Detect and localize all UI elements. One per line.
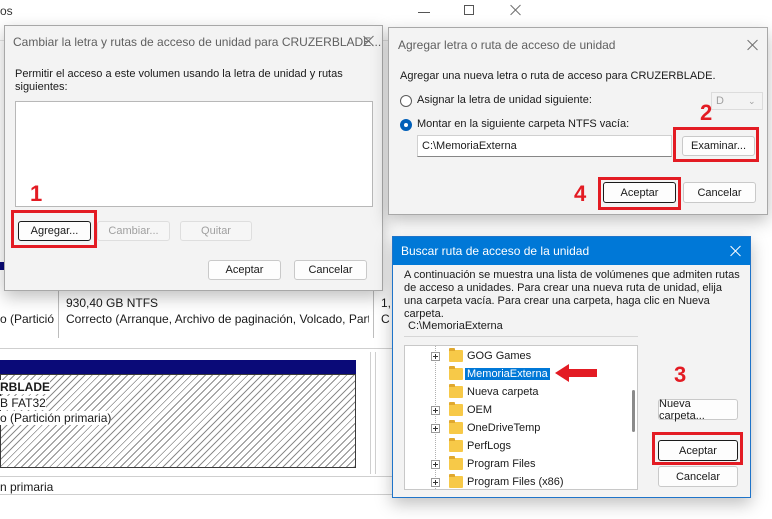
step-4-number: 4: [574, 181, 587, 206]
footer-divider: [0, 476, 392, 477]
expand-icon[interactable]: [431, 460, 440, 469]
folder-tree[interactable]: GOG Games MemoriaExterna Nueva carpeta OEM O…: [404, 345, 638, 490]
dialog-title: Buscar ruta de acceso de la unidad: [401, 244, 590, 258]
tree-item-label: Nueva carpeta: [467, 386, 539, 398]
mount-folder-label: Montar en la siguiente carpeta NTFS vací…: [417, 118, 630, 130]
tree-item[interactable]: Program Files: [405, 456, 615, 474]
disk0-status: Correcto (Arranque, Archivo de paginació…: [66, 312, 369, 326]
tree-item-label: OEM: [467, 404, 493, 416]
drive-letter-value: D: [716, 95, 724, 107]
close-icon[interactable]: [746, 38, 760, 52]
folder-path-input[interactable]: C:\MemoriaExterna: [417, 135, 672, 157]
dialog-description: Permitir el acceso a este volumen usando…: [15, 68, 343, 93]
dialog-title: Cambiar la letra y rutas de acceso de un…: [13, 35, 382, 49]
tree-item-label: PerfLogs: [467, 440, 512, 452]
folder-icon: [449, 348, 463, 362]
step-3-highlight: [652, 432, 743, 465]
section-divider: [0, 348, 392, 349]
folder-icon: [449, 438, 463, 452]
assign-letter-radio[interactable]: [400, 95, 412, 107]
disk0-separator: [58, 290, 59, 338]
step-4-highlight: [598, 177, 681, 210]
drive-letter-select[interactable]: D ⌄: [711, 92, 763, 110]
cancel-button[interactable]: Cancelar: [294, 260, 367, 280]
step-1-highlight: [11, 210, 97, 248]
dialog-description: A continuación se muestra una lista de v…: [404, 269, 740, 320]
folder-icon: [449, 420, 463, 434]
maximize-icon[interactable]: [464, 5, 474, 15]
usb-fs: B FAT32: [0, 396, 46, 410]
disk0-right-a: 1,: [381, 296, 392, 310]
tree-item-label: OneDriveTemp: [467, 422, 541, 434]
close-icon[interactable]: [362, 34, 376, 48]
folder-icon: [449, 474, 463, 488]
section-divider-b: [370, 352, 371, 474]
disk0-partition-label: o (Partició: [0, 312, 55, 326]
tree-item-label: Program Files: [467, 458, 536, 470]
new-folder-button[interactable]: Nueva carpeta...: [658, 398, 738, 422]
close-window-icon[interactable]: [509, 3, 523, 17]
legend-footer: n primaria: [0, 480, 54, 494]
disk0-size: 930,40 GB NTFS: [66, 296, 159, 310]
tree-item[interactable]: Nueva carpeta: [405, 384, 615, 402]
dialog-description: Agregar una nueva letra o ruta de acceso…: [400, 70, 716, 82]
disk0-separator-right: [373, 290, 374, 338]
step-3-number: 3: [674, 362, 687, 387]
expand-icon[interactable]: [431, 406, 440, 415]
assign-letter-label: Asignar la letra de unidad siguiente:: [417, 94, 592, 106]
dialog-title: Agregar letra o ruta de acceso de unidad: [398, 38, 616, 52]
change-button[interactable]: Cambiar...: [97, 221, 170, 241]
expand-icon[interactable]: [431, 424, 440, 433]
mount-folder-radio[interactable]: [400, 119, 412, 131]
section-divider-c: [375, 352, 376, 474]
folder-icon: [449, 456, 463, 470]
folder-icon: [449, 384, 463, 398]
selected-path-value: C:\MemoriaExterna: [408, 320, 503, 332]
close-icon[interactable]: [729, 244, 743, 258]
expand-icon[interactable]: [431, 352, 440, 361]
paths-listbox[interactable]: [15, 101, 373, 207]
tree-scrollbar[interactable]: [632, 390, 635, 432]
tree-item[interactable]: OneDriveTemp: [405, 420, 615, 438]
tree-item[interactable]: OEM: [405, 402, 615, 420]
folder-icon: [449, 402, 463, 416]
chevron-down-icon: ⌄: [748, 96, 756, 106]
cancel-button[interactable]: Cancelar: [658, 466, 738, 487]
folder-icon: [449, 366, 463, 380]
change-drive-letter-dialog: Cambiar la letra y rutas de acceso de un…: [4, 25, 383, 291]
selected-path-field: C:\MemoriaExterna: [404, 315, 638, 337]
remove-button[interactable]: Quitar: [180, 221, 252, 241]
minimize-icon[interactable]: [418, 12, 430, 13]
footer-divider-bottom: [0, 494, 392, 495]
step-2-number: 2: [700, 100, 713, 125]
step-1-number: 1: [30, 181, 43, 206]
ok-button[interactable]: Aceptar: [208, 260, 281, 280]
usb-name: RBLADE: [0, 380, 50, 394]
arrow-left-icon: [555, 363, 597, 383]
disk0-right-b: C: [381, 312, 390, 326]
cancel-button[interactable]: Cancelar: [683, 182, 756, 203]
tree-item-label: Program Files (x86): [467, 476, 564, 488]
tree-item[interactable]: Program Files (x86): [405, 474, 615, 489]
folder-path-value: C:\MemoriaExterna: [422, 140, 517, 152]
expand-icon[interactable]: [431, 478, 440, 487]
tree-item[interactable]: PerfLogs: [405, 438, 615, 456]
tree-item-label: GOG Games: [467, 350, 532, 362]
window-title-fragment: os: [0, 4, 13, 18]
usb-status: o (Partición primaria): [0, 411, 112, 425]
usb-disk-header-bar: [0, 360, 356, 374]
step-2-highlight: [673, 127, 759, 162]
tree-item-label: MemoriaExterna: [465, 368, 550, 380]
